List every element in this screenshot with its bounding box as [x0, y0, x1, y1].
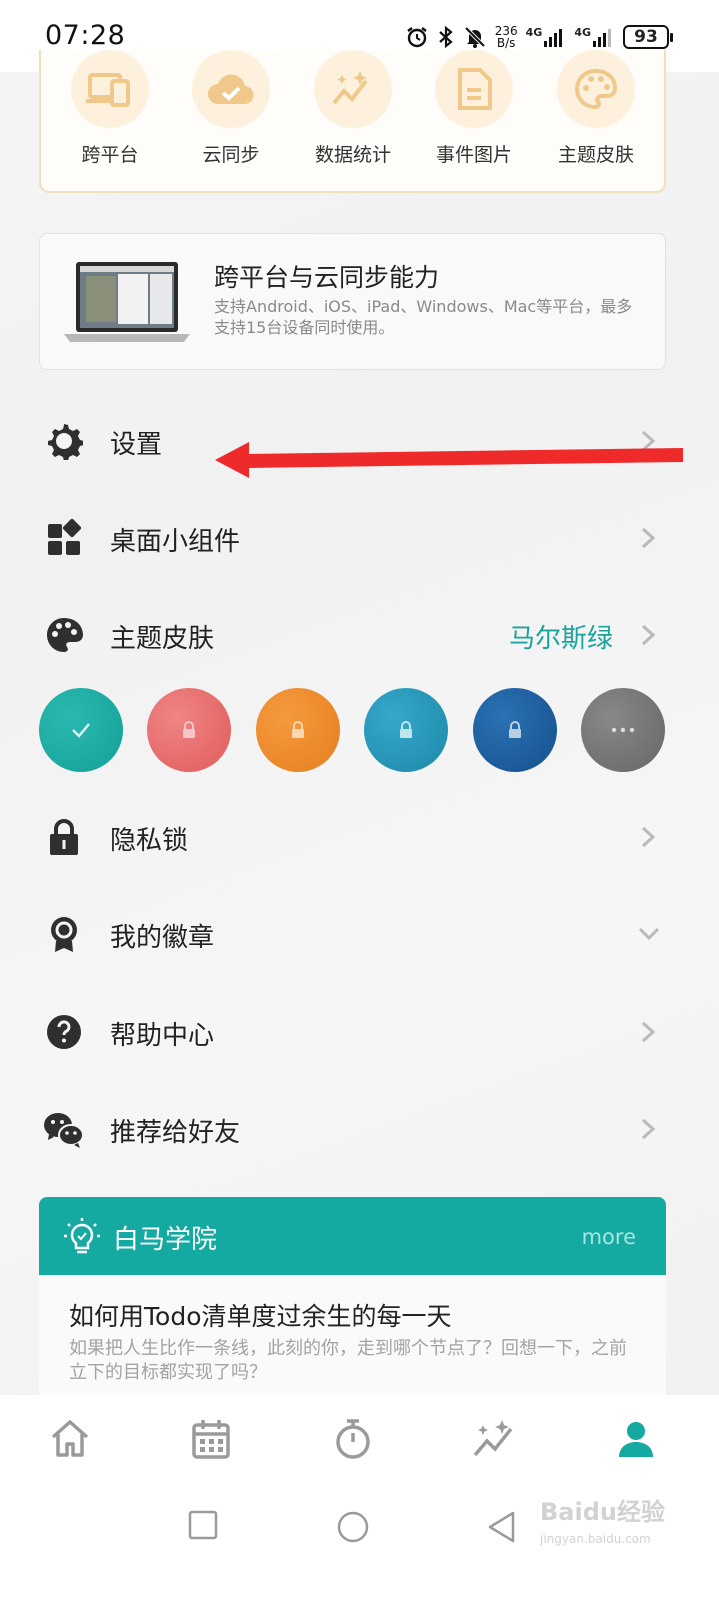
chevron-right-icon — [641, 1021, 656, 1043]
chevron-right-icon — [641, 527, 656, 549]
signal-icon-1: 4G — [526, 27, 567, 47]
stats-sparkle-icon — [314, 50, 392, 128]
cross-platform-promo-card[interactable]: 跨平台与云同步能力 支持Android、iOS、iPad、Windows、Mac… — [39, 233, 666, 370]
mute-bell-icon — [464, 26, 486, 48]
lock-icon — [400, 721, 412, 738]
theme-swatch-orange[interactable] — [256, 688, 340, 772]
timer-icon[interactable] — [331, 1417, 375, 1461]
chevron-right-icon — [641, 1118, 656, 1140]
stats-icon[interactable] — [472, 1417, 516, 1461]
menu-item-privacy-lock[interactable]: 隐私锁 — [0, 806, 719, 866]
menu-label-badges: 我的徽章 — [110, 923, 215, 953]
gear-icon — [48, 424, 83, 460]
promo-description: 支持Android、iOS、iPad、Windows、Mac等平台，最多支持15… — [214, 297, 633, 337]
net-speed-unit: B/s — [496, 36, 516, 50]
badge-icon — [51, 917, 77, 952]
theme-swatch-teal-blue[interactable] — [364, 688, 448, 772]
menu-item-widgets[interactable]: 桌面小组件 — [0, 507, 719, 567]
bluetooth-icon — [438, 25, 453, 49]
menu-label-privacy: 隐私锁 — [110, 826, 189, 856]
article-description: 如果把人生比作一条线，此刻的你，走到哪个节点了？回想一下，之前立下的目标都实现了… — [69, 1338, 627, 1383]
feature-cloud-sync[interactable]: 云同步 — [176, 50, 286, 167]
feature-cross-platform[interactable]: 跨平台 — [55, 50, 165, 167]
home-button[interactable] — [336, 1510, 370, 1544]
menu-item-badges[interactable]: 我的徽章 — [0, 903, 719, 963]
menu-item-recommend[interactable]: 推荐给好友 — [0, 1098, 719, 1158]
watermark-url: jingyan.baidu.com — [540, 1532, 651, 1546]
feature-label: 云同步 — [202, 144, 260, 166]
calendar-icon[interactable] — [189, 1417, 233, 1461]
laptop-image — [64, 262, 190, 342]
home-icon[interactable] — [48, 1417, 92, 1461]
academy-more-link[interactable]: more — [582, 1225, 636, 1249]
palette-icon — [557, 50, 635, 128]
academy-title: 白马学院 — [113, 1225, 218, 1255]
widgets-icon — [48, 519, 82, 555]
lightbulb-icon — [64, 1218, 100, 1254]
academy-card[interactable]: 白马学院 more 如何用Todo清单度过余生的每一天 如果把人生比作一条线，此… — [39, 1197, 666, 1397]
more-dots-icon — [611, 727, 635, 733]
chevron-right-icon — [641, 826, 656, 848]
lock-icon — [292, 721, 304, 738]
theme-swatch-red[interactable] — [147, 688, 231, 772]
signal-1-label: 4G — [525, 26, 543, 39]
menu-label-widgets: 桌面小组件 — [110, 527, 241, 557]
cloud-check-icon — [192, 50, 270, 128]
menu-label-recommend: 推荐给好友 — [110, 1118, 241, 1148]
promo-title: 跨平台与云同步能力 — [214, 263, 440, 292]
lock-icon — [183, 721, 195, 738]
signal-icon-2: 4G — [574, 27, 615, 47]
lock-icon — [509, 721, 521, 738]
chevron-right-icon — [641, 624, 656, 646]
watermark-brand: Baidu经验 — [540, 1498, 665, 1526]
theme-swatch-green[interactable] — [39, 688, 123, 772]
help-icon — [47, 1015, 81, 1049]
annotation-arrow — [215, 442, 683, 478]
chevron-down-icon — [638, 927, 660, 941]
back-button[interactable] — [486, 1510, 516, 1544]
menu-item-theme[interactable]: 主题皮肤 马尔斯绿 — [0, 604, 719, 664]
status-icons: 236 B/s 4G 4G 93 — [405, 22, 673, 52]
current-theme-value: 马尔斯绿 — [508, 624, 613, 654]
article-title[interactable]: 如何用Todo清单度过余生的每一天 — [69, 1297, 451, 1333]
net-speed: 236 B/s — [495, 25, 518, 49]
recent-apps-button[interactable] — [188, 1510, 218, 1540]
feature-event-images[interactable]: 事件图片 — [419, 50, 529, 167]
profile-icon[interactable] — [614, 1417, 658, 1461]
status-time: 07:28 — [45, 20, 126, 51]
feature-label: 跨平台 — [81, 144, 139, 166]
premium-features-card[interactable]: 跨平台 云同步 数据统计 事件图片 主题皮肤 — [39, 50, 666, 193]
theme-swatch-navy[interactable] — [473, 688, 557, 772]
lock-icon — [50, 819, 78, 855]
document-icon — [435, 50, 513, 128]
palette-icon — [47, 618, 83, 652]
alarm-icon — [406, 27, 427, 48]
feature-label: 事件图片 — [435, 144, 512, 166]
menu-label-theme: 主题皮肤 — [110, 624, 215, 654]
menu-label-help: 帮助中心 — [110, 1021, 215, 1051]
check-icon — [72, 723, 90, 738]
wechat-icon — [44, 1113, 84, 1148]
menu-item-help-center[interactable]: 帮助中心 — [0, 1001, 719, 1061]
menu-label-settings: 设置 — [110, 430, 163, 460]
academy-header: 白马学院 more — [39, 1197, 666, 1275]
feature-label: 数据统计 — [314, 144, 391, 166]
devices-icon — [71, 50, 149, 128]
theme-swatch-more[interactable] — [581, 688, 665, 772]
feature-label: 主题皮肤 — [557, 144, 634, 166]
signal-2-label: 4G — [574, 26, 591, 39]
battery-indicator: 93 — [623, 25, 673, 49]
feature-theme-skins[interactable]: 主题皮肤 — [541, 50, 651, 167]
feature-statistics[interactable]: 数据统计 — [298, 50, 408, 167]
